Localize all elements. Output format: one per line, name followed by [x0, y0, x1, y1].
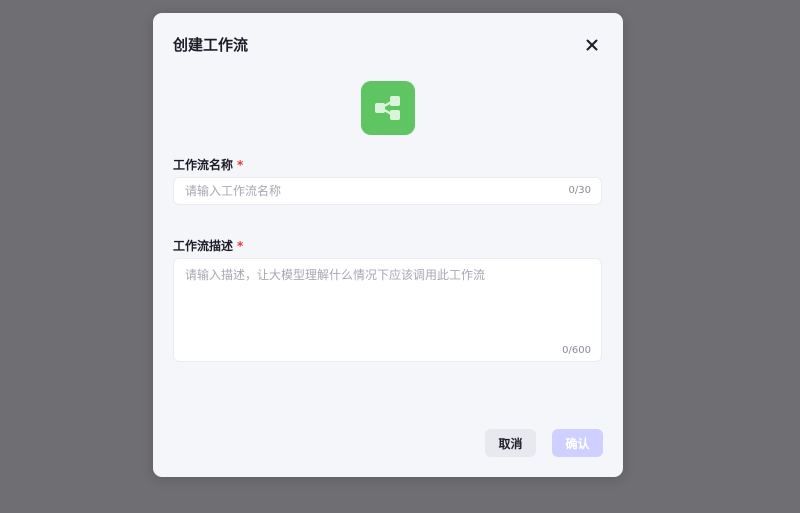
- close-button[interactable]: [581, 34, 603, 56]
- close-icon: [586, 39, 598, 51]
- cancel-button[interactable]: 取消: [485, 429, 536, 457]
- required-mark: *: [237, 158, 244, 172]
- workflow-name-input[interactable]: [174, 178, 544, 204]
- name-input-wrapper: 0/30: [173, 177, 602, 205]
- description-label-text: 工作流描述: [173, 239, 234, 253]
- required-mark: *: [237, 239, 244, 253]
- workflow-description-textarea[interactable]: [174, 259, 601, 343]
- workflow-share-icon: [375, 96, 400, 120]
- dialog-title: 创建工作流: [173, 36, 249, 54]
- name-field-label: 工作流名称 *: [173, 157, 243, 173]
- name-char-counter: 0/30: [568, 185, 591, 196]
- workflow-icon-tile: [361, 81, 415, 135]
- description-char-counter: 0/600: [562, 345, 591, 356]
- description-field-label: 工作流描述 *: [173, 238, 243, 254]
- confirm-button[interactable]: 确认: [552, 429, 603, 457]
- description-input-wrapper: 0/600: [173, 258, 602, 362]
- create-workflow-dialog: 创建工作流 工作流名称* 0/30 工作流描述* 0/600 取消 确认: [153, 13, 623, 477]
- name-label-text: 工作流名称: [173, 158, 234, 172]
